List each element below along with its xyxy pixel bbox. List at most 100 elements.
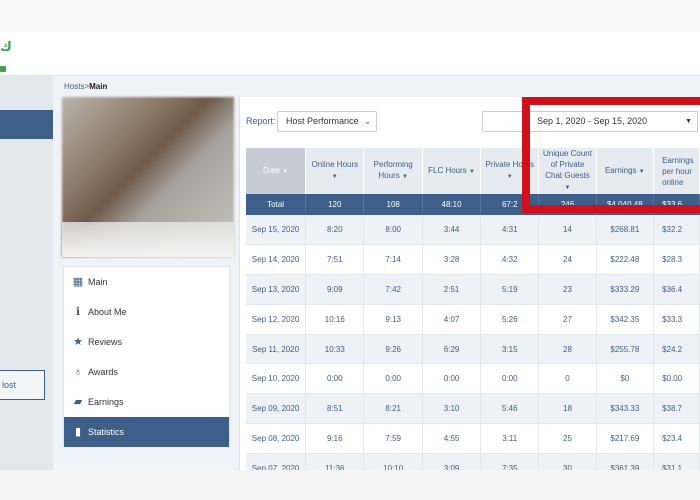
table-cell: 25 (538, 423, 597, 454)
host-photo-caption (62, 222, 234, 257)
table-cell: 3:28 (422, 244, 482, 276)
left-panel-active-item[interactable] (0, 110, 53, 139)
table-cell: $36.4 (653, 274, 700, 305)
table-cell: $0 (596, 363, 655, 395)
star-icon: ★ (73, 336, 83, 348)
table-cell: 2:51 (422, 274, 482, 305)
nav-item-statistics[interactable]: ▮ Statistics (64, 417, 229, 447)
table-cell: 8:00 (363, 215, 423, 246)
table-cell: 9:13 (363, 304, 423, 335)
table-cell: Sep 08, 2020 (246, 423, 307, 454)
total-cell: 120 (305, 194, 365, 215)
table-cell: 9:16 (305, 423, 365, 454)
table-cell: 0 (538, 363, 597, 395)
table-cell: $222.48 (596, 244, 655, 276)
table-cell: 7:42 (363, 274, 423, 305)
table-cell: 9:26 (363, 334, 423, 365)
bar-chart-icon: ▮ (74, 426, 82, 438)
sort-desc-icon: ▼ (331, 174, 338, 180)
medal-icon: ♁ (73, 366, 83, 378)
table-cell: 24 (538, 244, 597, 276)
table-cell: 9:09 (305, 274, 365, 305)
table-cell: 5:26 (480, 304, 540, 335)
sort-desc-icon: ▼ (282, 168, 289, 175)
column-header-label: Online Hours (311, 160, 359, 169)
table-cell: 27 (538, 304, 597, 335)
table-cell: 10:16 (305, 304, 365, 335)
table-cell: 3:11 (480, 423, 540, 454)
table-cell: Sep 10, 2020 (246, 363, 307, 395)
column-header-online-hours[interactable]: Online Hours ▼ (305, 148, 365, 194)
breadcrumb-hosts-link[interactable]: Hosts (64, 82, 84, 91)
table-cell: 4:07 (422, 304, 482, 335)
table-cell: $38.7 (653, 393, 700, 425)
table-cell: Sep 15, 2020 (246, 215, 307, 246)
host-button[interactable]: lost (0, 370, 45, 400)
column-header-label: Date (263, 165, 280, 175)
table-cell: 4:55 (422, 423, 482, 454)
nav-item-main[interactable]: ▦ Main (64, 267, 229, 297)
table-cell: 28 (538, 334, 597, 365)
nav-item-label: Statistics (88, 427, 125, 437)
brand-logo-icon[interactable]: ﻙ (0, 40, 14, 54)
table-row: Sep 10, 2020 0:00 0:00 0:00 0:00 0 $0 $0.00 (246, 363, 700, 395)
nav-item-earnings[interactable]: ▰ Earnings (64, 387, 229, 417)
table-cell: 7:14 (363, 244, 423, 276)
report-select-value: Host Performance (286, 116, 359, 126)
nav-item-reviews[interactable]: ★ Reviews (64, 327, 229, 357)
nav-item-awards[interactable]: ♁ Awards (64, 357, 229, 387)
table-cell: $28.3 (653, 244, 700, 276)
profile-nav: ▦ Main ℹ About Me ★ Reviews ♁ Awards ▰ E… (63, 266, 230, 447)
table-cell: 0:00 (480, 363, 540, 395)
table-cell: $268.81 (596, 215, 655, 246)
table-cell: 14 (538, 215, 597, 246)
brand-badge-icon (0, 66, 6, 72)
table-cell: 18 (538, 393, 597, 425)
highlight-frame (522, 97, 700, 213)
table-row: Sep 11, 2020 10:33 9:26 6:29 3:15 28 $255.78 $2… (246, 334, 700, 365)
report-select[interactable]: Host Performance ⌄ (277, 111, 377, 132)
column-header-flc-hours[interactable]: FLC Hours ▼ (422, 148, 482, 194)
nav-item-about-me[interactable]: ℹ About Me (64, 297, 229, 327)
table-cell: Sep 11, 2020 (246, 334, 307, 365)
layout-icon: ▦ (72, 276, 84, 288)
table-cell: 10:33 (305, 334, 365, 365)
table-row: Sep 12, 2020 10:16 9:13 4:07 5:26 27 $342.35 $3… (246, 304, 700, 335)
nav-item-label: Earnings (88, 397, 124, 407)
table-cell: 0:00 (363, 363, 423, 395)
table-cell: 4:32 (480, 244, 540, 276)
table-cell: 7:59 (363, 423, 423, 454)
table-cell: Sep 14, 2020 (246, 244, 307, 276)
breadcrumb-current: Main (89, 82, 108, 91)
column-header-performing-hours[interactable]: Performing Hours ▼ (363, 148, 423, 194)
table-row: Sep 08, 2020 9:16 7:59 4:55 3:11 25 $217.69 $23… (246, 423, 700, 454)
table-cell: $32.2 (653, 215, 700, 246)
table-cell: 8:20 (305, 215, 365, 246)
nav-item-label: Main (88, 277, 108, 287)
table-cell: Sep 13, 2020 (246, 274, 307, 305)
table-cell: 5:19 (480, 274, 540, 305)
table-row: Sep 09, 2020 8:51 8:21 3:10 5:46 18 $343.33 $38… (246, 393, 700, 425)
table-cell: $217.69 (596, 423, 655, 454)
table-cell: $333.29 (596, 274, 655, 305)
table-cell: Sep 12, 2020 (246, 304, 307, 335)
bottom-strip (0, 470, 700, 500)
header-bar (0, 32, 700, 76)
column-header-date[interactable]: Date ▼ (246, 148, 307, 194)
top-strip (0, 0, 700, 32)
table-cell: 6:29 (422, 334, 482, 365)
nav-item-label: Reviews (88, 337, 123, 347)
sort-desc-icon: ▼ (469, 168, 475, 175)
table-cell: 4:31 (480, 215, 540, 246)
table-cell: $33.3 (653, 304, 700, 335)
table-cell: 0:00 (305, 363, 365, 395)
table-cell: 0:00 (422, 363, 482, 395)
sort-desc-icon: ▼ (401, 174, 408, 180)
table-cell: 3:15 (480, 334, 540, 365)
table-cell: 3:44 (422, 215, 482, 246)
total-cell: 48:10 (422, 194, 482, 215)
table-cell: $23.4 (653, 423, 700, 454)
table-cell: 5:46 (480, 393, 540, 425)
table-cell: 23 (538, 274, 597, 305)
sort-desc-icon: ▼ (506, 174, 513, 180)
